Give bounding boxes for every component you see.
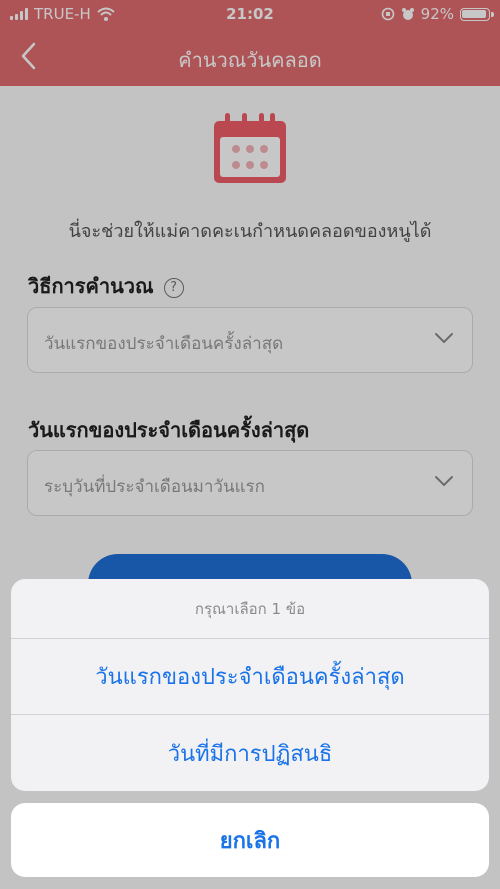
option-conception-date[interactable]: วันที่มีการปฏิสนธิ <box>11 715 489 791</box>
option-last-period[interactable]: วันแรกของประจำเดือนครั้งล่าสุด <box>11 639 489 715</box>
action-sheet: กรุณาเลือก 1 ข้อ วันแรกของประจำเดือนครั้… <box>11 579 489 791</box>
action-sheet-title: กรุณาเลือก 1 ข้อ <box>11 579 489 639</box>
cancel-button[interactable]: ยกเลิก <box>11 803 489 877</box>
